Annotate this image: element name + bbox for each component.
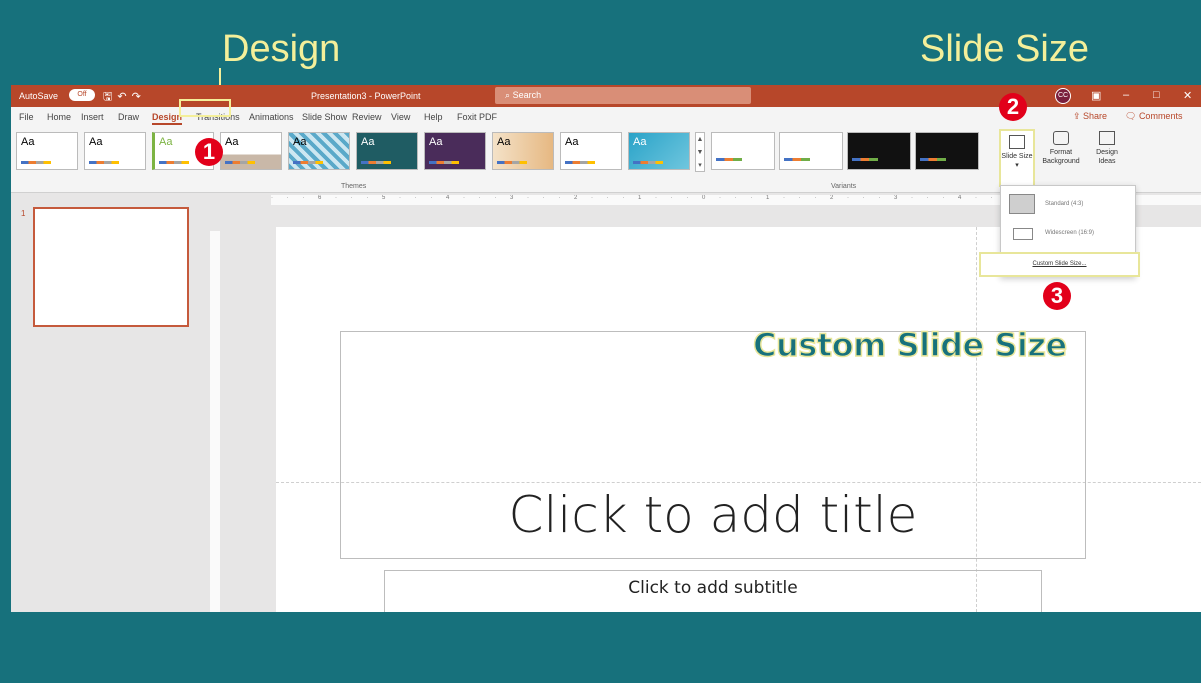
- quick-access-toolbar[interactable]: 🖫↶↷: [103, 88, 146, 107]
- comment-icon: 🗨: [1125, 111, 1139, 121]
- standard-ratio-icon: [1009, 194, 1035, 214]
- theme-retrospect[interactable]: Aa: [492, 132, 554, 170]
- share-button[interactable]: ⇪ Share: [1073, 111, 1107, 122]
- standard-label: Standard (4:3): [1045, 201, 1084, 207]
- themes-group-label: Themes: [341, 183, 367, 190]
- slide-size-dropdown: Standard (4:3) Widescreen (16:9) Custom …: [979, 185, 1140, 277]
- widescreen-label: Widescreen (16:9): [1045, 230, 1095, 236]
- widescreen-ratio-icon: [1013, 228, 1033, 240]
- tab-file[interactable]: File: [19, 112, 34, 122]
- variant-3[interactable]: [847, 132, 911, 170]
- theme-sample-text: Aa: [497, 136, 511, 148]
- design-ideas-icon: [1099, 131, 1115, 145]
- slide-size-button[interactable]: Slide Size ▾: [999, 129, 1035, 187]
- theme-ion-boardroom[interactable]: Aa: [288, 132, 350, 170]
- theme-wisp[interactable]: Aa: [628, 132, 690, 170]
- theme-integral[interactable]: Aa: [220, 132, 282, 170]
- tab-slide-show[interactable]: Slide Show: [302, 112, 347, 122]
- theme-sample-text: Aa: [89, 136, 103, 148]
- step-1-badge: 1: [195, 138, 223, 166]
- slide-size-label: Slide Size: [1001, 153, 1033, 160]
- theme-sample-text: Aa: [565, 136, 579, 148]
- close-icon[interactable]: ✕: [1183, 89, 1192, 102]
- title-placeholder-text: Click to add title: [508, 486, 918, 544]
- tab-help[interactable]: Help: [424, 112, 443, 122]
- custom-slide-size-annotation: Custom Slide Size: [752, 325, 1068, 365]
- theme-office-2[interactable]: Aa: [84, 132, 146, 170]
- themes-scroll-arrows[interactable]: ▲ ▼ ▾: [695, 132, 705, 172]
- slide-size-icon: [1009, 135, 1025, 149]
- step-3-badge: 3: [1043, 282, 1071, 310]
- step-2-badge: 2: [999, 93, 1027, 121]
- design-annotation-label: Design: [222, 28, 341, 70]
- tutorial-frame: Design Slide Size AutoSave Off 🖫↶↷ Prese…: [0, 0, 1201, 683]
- tab-home[interactable]: Home: [47, 112, 71, 122]
- autosave-label: AutoSave: [19, 91, 59, 101]
- tab-view[interactable]: View: [391, 112, 410, 122]
- widescreen-option[interactable]: Widescreen (16:9): [1009, 226, 1133, 242]
- theme-sample-text: Aa: [159, 136, 173, 148]
- theme-sample-text: Aa: [225, 136, 239, 148]
- theme-slice[interactable]: Aa: [560, 132, 622, 170]
- format-background-icon: [1053, 131, 1069, 145]
- subtitle-placeholder-text: Click to add subtitle: [628, 578, 798, 598]
- theme-office[interactable]: Aa: [16, 132, 78, 170]
- slide-thumbnail[interactable]: [33, 207, 189, 327]
- design-ideas-label: Design Ideas: [1096, 149, 1118, 165]
- tab-review[interactable]: Review: [352, 112, 382, 122]
- minimize-icon[interactable]: –: [1123, 89, 1129, 101]
- comments-label: Comments: [1138, 111, 1183, 121]
- theme-sample-text: Aa: [361, 136, 375, 148]
- avatar[interactable]: CC: [1055, 88, 1071, 104]
- format-background-button[interactable]: Format Background: [1039, 131, 1083, 166]
- title-placeholder[interactable]: Click to add title: [340, 331, 1086, 559]
- theme-sample-text: Aa: [429, 136, 443, 148]
- vertical-ruler: [210, 231, 220, 612]
- share-icon: ⇪: [1073, 111, 1084, 121]
- share-label: Share: [1083, 111, 1108, 121]
- format-background-label: Format Background: [1042, 149, 1080, 165]
- autosave-toggle[interactable]: Off: [69, 89, 95, 101]
- standard-option[interactable]: Standard (4:3): [1009, 194, 1133, 216]
- theme-sample-text: Aa: [21, 136, 35, 148]
- variant-2[interactable]: [779, 132, 843, 170]
- ribbon-display-icon[interactable]: ▣: [1091, 89, 1101, 102]
- tab-animations[interactable]: Animations: [249, 112, 294, 122]
- slide-size-inner: Slide Size ▾: [1001, 135, 1033, 170]
- theme-sample-text: Aa: [293, 136, 307, 148]
- subtitle-placeholder[interactable]: Click to add subtitle: [384, 570, 1042, 612]
- maximize-icon[interactable]: □: [1153, 89, 1160, 101]
- search-box[interactable]: ⌕ Search: [495, 87, 751, 104]
- tab-foxit-pdf[interactable]: Foxit PDF: [457, 112, 497, 122]
- tab-insert[interactable]: Insert: [81, 112, 104, 122]
- design-tab-highlight: [179, 99, 231, 117]
- tab-draw[interactable]: Draw: [118, 112, 139, 122]
- theme-sample-text: Aa: [633, 136, 647, 148]
- comments-button[interactable]: 🗨 Comments: [1125, 111, 1182, 122]
- slide-number: 1: [21, 209, 26, 218]
- search-placeholder: Search: [512, 90, 542, 100]
- theme-ion[interactable]: Aa: [356, 132, 418, 170]
- ribbon: Aa Aa Aa Aa Aa Aa Aa Aa Aa Aa ▲ ▼ ▾ Themes…: [11, 127, 1201, 193]
- tab-design[interactable]: Design: [152, 112, 183, 125]
- variants-group-label: Variants: [831, 183, 857, 190]
- variant-4[interactable]: [915, 132, 979, 170]
- search-icon: ⌕: [505, 90, 511, 100]
- variant-1[interactable]: [711, 132, 775, 170]
- theme-organic[interactable]: Aa: [424, 132, 486, 170]
- slide-size-annotation-label: Slide Size: [920, 28, 1089, 70]
- design-ideas-button[interactable]: Design Ideas: [1089, 131, 1125, 166]
- custom-slide-size-option[interactable]: Custom Slide Size...: [979, 252, 1140, 277]
- document-title: Presentation3 - PowerPoint: [311, 91, 421, 101]
